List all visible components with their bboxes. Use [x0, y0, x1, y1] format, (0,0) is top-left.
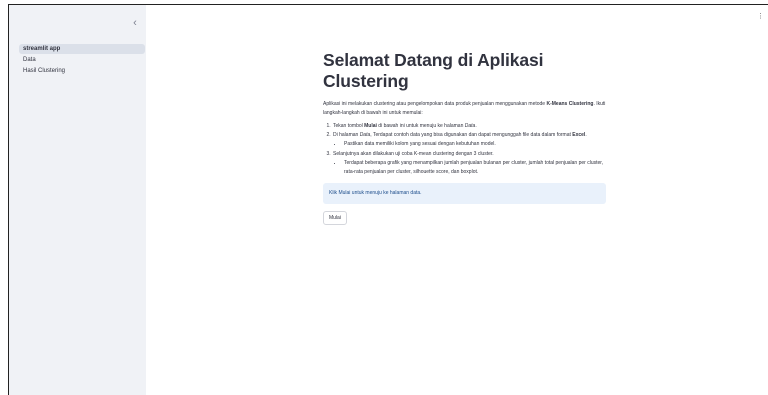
mulai-button[interactable]: Mulai [323, 211, 347, 225]
step1-text: Tekan tombol [333, 123, 365, 129]
step2-sublist: Pastikan data memiliki kolom yang sesuai… [333, 140, 606, 149]
sidebar-item-data[interactable]: Data [19, 55, 145, 65]
step2-bold: Excel [572, 131, 586, 138]
info-alert: Klik Mulai untuk menuju ke halaman data. [323, 183, 606, 204]
chevron-left-icon[interactable]: ‹ [127, 15, 143, 31]
main-content: Selamat Datang di Aplikasi Clustering Ap… [323, 50, 606, 225]
page-title: Selamat Datang di Aplikasi Clustering [323, 50, 544, 91]
step2-italic: Data [359, 131, 371, 138]
step2-text: Di halaman [333, 131, 360, 138]
sidebar-nav: streamlit app Data Hasil Clustering [19, 44, 145, 77]
list-item: Tekan tombol Mulai di bawah ini untuk me… [332, 122, 606, 131]
intro-method: K-Means Clustering [546, 101, 594, 107]
step1-italic: Data [464, 123, 476, 129]
step3-sublist: Terdapat beberapa grafik yang menampilka… [333, 159, 606, 176]
sidebar-item-hasil-clustering[interactable]: Hasil Clustering [19, 66, 145, 76]
intro-paragraph: Aplikasi ini melakukan clustering atau p… [323, 100, 606, 118]
step2-text-2: , Terdapat contoh data yang bisa digunak… [370, 131, 573, 138]
sidebar: ‹ streamlit app Data Hasil Clustering [9, 5, 146, 395]
list-item: Di halaman Data, Terdapat contoh data ya… [332, 131, 606, 149]
kebab-menu-icon[interactable]: ⋮ [757, 13, 764, 20]
steps-list: Tekan tombol Mulai di bawah ini untuk me… [323, 122, 606, 176]
step1-end: . [475, 123, 477, 129]
list-item: Selanjutnya akan dilakukan uji coba K-me… [332, 150, 606, 177]
sidebar-item-streamlit-app[interactable]: streamlit app [19, 44, 145, 54]
step2-end: . [585, 131, 587, 138]
step1-bold: Mulai [364, 123, 377, 129]
step3-text: Selanjutnya akan dilakukan uji coba K-me… [333, 150, 494, 157]
list-item: Pastikan data memiliki kolom yang sesuai… [343, 140, 606, 149]
intro-text: Aplikasi ini melakukan clustering atau p… [323, 101, 547, 107]
step1-text-2: di bawah ini untuk menuju ke halaman [376, 123, 465, 129]
list-item: Terdapat beberapa grafik yang menampilka… [343, 159, 606, 176]
